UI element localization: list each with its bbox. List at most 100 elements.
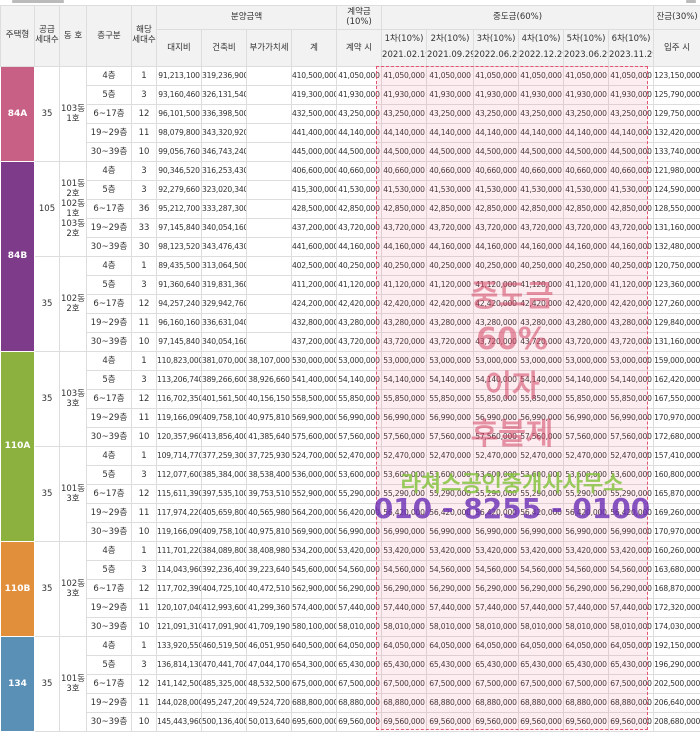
middle-payment-cell: 53,000,000 [473,351,520,371]
building-price-cell: 495,247,200 [201,693,247,713]
middle-payment-cell: 42,420,000 [563,294,610,314]
middle-payment-cell: 55,290,000 [608,484,655,504]
middle-payment-cell: 56,990,000 [381,522,428,542]
contract-cell: 43,720,000 [336,218,383,238]
vat-cell: 40,975,810 [246,522,292,542]
balance-cell: 202,500,000 [653,674,700,694]
middle-payment-cell: 58,010,000 [426,617,475,637]
middle-payment-cell: 56,990,000 [381,408,428,428]
floor-households-cell: 11 [131,313,157,333]
building-cell: 101동 3호 [59,446,87,542]
middle-payment-cell: 43,250,000 [563,104,610,124]
middle-payment-cell: 44,160,000 [518,237,565,257]
building-price-cell: 389,266,600 [201,370,247,390]
header-contract-group: 계약금 (10%) [336,5,383,30]
middle-payment-cell: 54,560,000 [518,560,565,580]
middle-payment-cell: 43,720,000 [381,218,428,238]
vat-cell: 40,156,150 [246,389,292,409]
middle-payment-cell: 42,420,000 [426,294,475,314]
total-price-cell: 569,900,000 [290,408,338,428]
middle-label: 4차(10%) [521,34,561,45]
land-price-cell: 90,346,520 [156,161,202,181]
middle-payment-cell: 56,990,000 [426,522,475,542]
middle-payment-cell: 40,250,000 [518,256,565,276]
balance-cell: 121,980,000 [653,161,700,181]
middle-payment-cell: 56,990,000 [608,408,655,428]
land-price-cell: 119,166,090 [156,408,202,428]
vat-cell [246,161,292,181]
land-price-cell: 91,360,640 [156,275,202,295]
floor-cell: 19~29층 [86,503,132,523]
contract-cell: 43,720,000 [336,332,383,352]
vat-cell: 38,408,980 [246,541,292,561]
table-row: 30~39층 10 121,091,310 417,091,900 41,709,190… [1,617,700,637]
middle-payment-cell: 53,420,000 [426,541,475,561]
floor-cell: 6~17층 [86,484,132,504]
middle-payment-cell: 43,250,000 [426,104,475,124]
middle-payment-cell: 44,160,000 [381,237,428,257]
floor-cell: 19~29층 [86,123,132,143]
floor-households-cell: 1 [131,541,157,561]
table-row: 19~29층 11 119,166,090 409,758,100 40,975,810… [1,408,700,428]
middle-payment-cell: 57,440,000 [563,598,610,618]
balance-cell: 172,680,000 [653,427,700,447]
land-price-cell: 93,160,460 [156,85,202,105]
total-price-cell: 640,500,000 [290,636,338,656]
floor-households-cell: 3 [131,655,157,675]
floor-cell: 30~39층 [86,617,132,637]
total-price-cell: 654,300,000 [290,655,338,675]
middle-payment-cell: 42,420,000 [608,294,655,314]
floor-households-cell: 12 [131,484,157,504]
land-price-cell: 111,701,220 [156,541,202,561]
table-row: 5층 3 91,360,640 319,831,360 411,200,000 41,12… [1,275,700,295]
total-price-cell: 428,500,000 [290,199,338,219]
vat-cell: 48,532,500 [246,674,292,694]
land-price-cell: 115,611,390 [156,484,202,504]
building-price-cell: 409,758,100 [201,522,247,542]
table-row: 5층 3 114,043,960 392,236,400 39,223,640 545,6… [1,560,700,580]
vat-cell [246,237,292,257]
floor-households-cell: 11 [131,598,157,618]
middle-payment-cell: 57,560,000 [381,427,428,447]
middle-payment-cell: 54,140,000 [608,370,655,390]
middle-payment-cell: 69,560,000 [563,712,610,732]
middle-date: 2022.06.29 [474,50,519,60]
balance-cell: 208,680,000 [653,712,700,732]
vat-cell [246,313,292,333]
contract-cell: 55,850,000 [336,389,383,409]
middle-payment-cell: 43,720,000 [563,218,610,238]
building-price-cell: 313,064,500 [201,256,247,276]
middle-payment-cell: 40,250,000 [426,256,475,276]
table-header: 주택형 공급 세대수 동 호 층구분 해당 세대수 분양금액 계약금 (10%)… [0,5,700,67]
building-price-cell: 326,131,540 [201,85,247,105]
floor-households-cell: 10 [131,427,157,447]
floor-cell: 19~29층 [86,598,132,618]
land-price-cell: 144,028,000 [156,693,202,713]
table-row: 6~17층 12 96,101,500 336,398,500 432,500,000 4… [1,104,700,124]
table-row: 110B 35 102동 3호 4층 1 111,701,220 384,089,800 38… [0,541,700,637]
balance-cell: 170,970,000 [653,522,700,542]
middle-payment-cell: 65,430,000 [473,655,520,675]
middle-payment-cell: 41,930,000 [608,85,655,105]
vat-cell [246,256,292,276]
building-cell: 102동 2호 [59,256,87,352]
middle-payment-cell: 54,140,000 [473,370,520,390]
middle-payment-cell: 44,140,000 [426,123,475,143]
land-price-cell: 96,101,500 [156,104,202,124]
middle-payment-cell: 67,500,000 [473,674,520,694]
table-body: 84A 35 103동 1호 4층 1 91,213,100 319,236,900 410,… [0,66,700,732]
balance-cell: 129,840,000 [653,313,700,333]
contract-cell: 56,290,000 [336,579,383,599]
land-price-cell: 119,166,090 [156,522,202,542]
table-row: 30~39층 30 98,123,520 343,476,430 441,600,000… [1,237,700,257]
middle-payment-cell: 42,850,000 [381,199,428,219]
middle-payment-cell: 56,290,000 [518,579,565,599]
contract-cell: 41,120,000 [336,275,383,295]
total-price-cell: 432,500,000 [290,104,338,124]
middle-payment-cell: 56,990,000 [608,522,655,542]
middle-date: 2021.09.29 [427,50,474,60]
table-row: 5층 3 93,160,460 326,131,540 419,300,000 41,93… [1,85,700,105]
header-middle-5: 5차(10%) 2023.06.29 [563,29,610,67]
total-price-cell: 441,400,000 [290,123,338,143]
balance-cell: 160,800,000 [653,465,700,485]
